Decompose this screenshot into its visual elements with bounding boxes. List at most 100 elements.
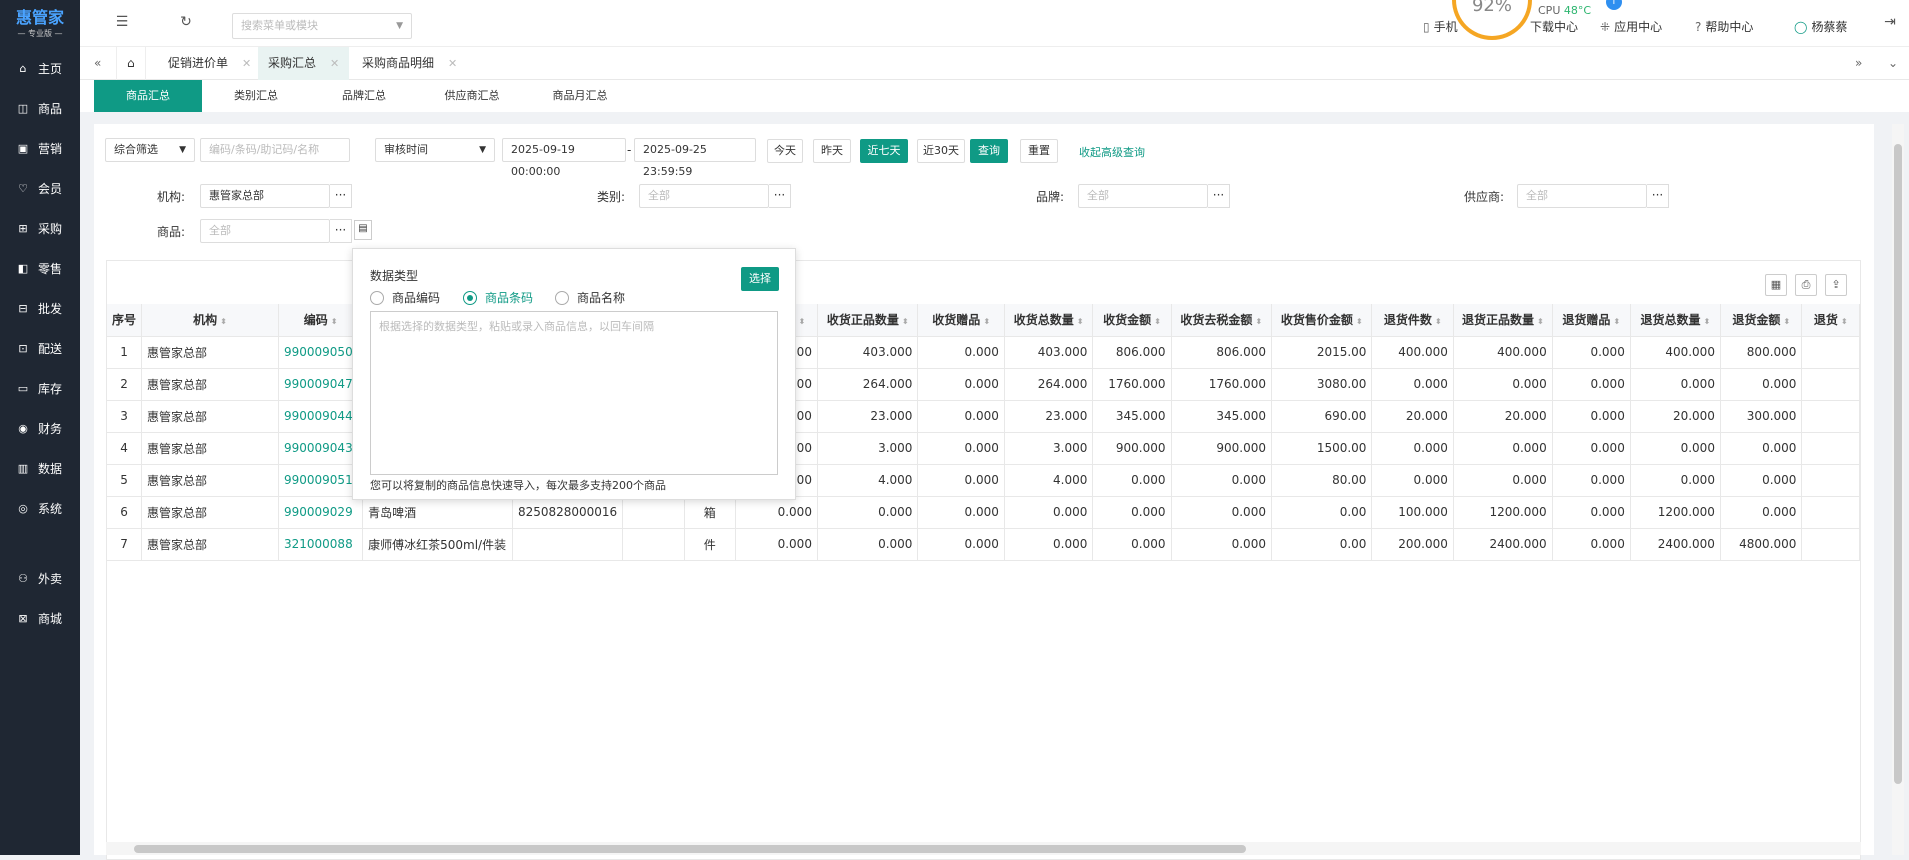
end-date-input[interactable]: 2025-09-25 23:59:59 <box>634 138 756 178</box>
column-header[interactable]: 编码 ⬍ <box>278 304 364 337</box>
close-icon[interactable]: ✕ <box>242 57 251 70</box>
today-button[interactable]: 今天 <box>767 139 803 163</box>
sidebar-item-7[interactable]: ⊡ 配送 <box>0 328 80 368</box>
topbar-apps[interactable]: ⁜ 应用中心 <box>1600 18 1662 35</box>
sidebar-item-5[interactable]: ◧ 零售 <box>0 248 80 288</box>
subtab-category-summary[interactable]: 类别汇总 <box>202 80 310 112</box>
supplier-input[interactable]: 全部 <box>1517 184 1647 208</box>
sidebar-item-9[interactable]: ◉ 财务 <box>0 408 80 448</box>
tab-promo[interactable]: 促销进价单 ✕ <box>158 47 261 80</box>
sort-icon[interactable]: ⬍ <box>1613 317 1620 326</box>
menu-toggle-icon[interactable]: ☰ <box>112 14 132 34</box>
refresh-icon[interactable]: ↻ <box>176 14 196 34</box>
sidebar-item-6[interactable]: ⊟ 批发 <box>0 288 80 328</box>
horizontal-scrollbar[interactable] <box>106 842 1861 855</box>
export-icon[interactable]: ⇪ <box>1825 274 1847 296</box>
tab-scroll-left-icon[interactable]: « <box>84 47 111 80</box>
sidebar-item-10[interactable]: ▥ 数据 <box>0 448 80 488</box>
column-header[interactable]: 收货去税金额 ⬍ <box>1171 304 1272 337</box>
subtab-monthly-summary[interactable]: 商品月汇总 <box>526 80 634 112</box>
column-header[interactable]: 退货金额 ⬍ <box>1720 304 1803 337</box>
table-cell[interactable]: 990009029 <box>278 496 364 529</box>
subtab-supplier-summary[interactable]: 供应商汇总 <box>418 80 526 112</box>
category-picker-button[interactable]: ··· <box>769 184 791 208</box>
sidebar-item-1[interactable]: ◫ 商品 <box>0 88 80 128</box>
popup-select-button[interactable]: 选择 <box>741 267 779 291</box>
last30days-button[interactable]: 近30天 <box>917 139 965 163</box>
brand-picker-button[interactable]: ··· <box>1208 184 1230 208</box>
sort-icon[interactable]: ⬍ <box>1704 317 1711 326</box>
tab-purchase-detail[interactable]: 采购商品明细 ✕ <box>352 47 467 80</box>
query-button[interactable]: 查询 <box>970 139 1008 163</box>
column-header[interactable]: 收货赠品 ⬍ <box>917 304 1005 337</box>
subtab-product-summary[interactable]: 商品汇总 <box>94 80 202 112</box>
topbar-download[interactable]: 下载中心 <box>1530 18 1578 35</box>
subtab-brand-summary[interactable]: 品牌汇总 <box>310 80 418 112</box>
sort-icon[interactable]: ⬍ <box>1255 317 1262 326</box>
tab-scroll-right-icon[interactable]: » <box>1845 47 1872 80</box>
sidebar-item-12[interactable]: ⚇ 外卖 <box>0 558 80 598</box>
org-picker-button[interactable]: ··· <box>330 184 352 208</box>
sort-icon[interactable]: ⬍ <box>1077 317 1084 326</box>
topbar-help[interactable]: ? 帮助中心 <box>1695 18 1753 35</box>
print-icon[interactable]: ⎙ <box>1795 274 1817 296</box>
sidebar-item-2[interactable]: ▣ 营销 <box>0 128 80 168</box>
batch-import-icon[interactable]: ▤ <box>354 220 372 240</box>
vertical-scroll-thumb[interactable] <box>1894 144 1902 784</box>
tab-menu-chevron-icon[interactable]: ⌄ <box>1878 47 1908 80</box>
column-header[interactable]: 序号 <box>107 304 143 337</box>
menu-search-input[interactable]: 搜索菜单或模块 ▼ <box>232 13 412 39</box>
column-header[interactable]: 退货总数量 ⬍ <box>1630 304 1721 337</box>
topbar-mobile[interactable]: ▯ 手机 <box>1423 18 1458 35</box>
close-icon[interactable]: ✕ <box>448 57 457 70</box>
yesterday-button[interactable]: 昨天 <box>813 139 851 163</box>
close-icon[interactable]: ✕ <box>330 57 339 70</box>
sidebar-item-3[interactable]: ♡ 会员 <box>0 168 80 208</box>
column-header[interactable]: 收货售价金额 ⬍ <box>1271 304 1373 337</box>
sort-icon[interactable]: ⬍ <box>1841 317 1848 326</box>
home-tab-icon[interactable]: ⌂ <box>116 47 146 80</box>
sort-icon[interactable]: ⬍ <box>1154 317 1161 326</box>
table-cell[interactable]: 990009050 <box>278 336 364 369</box>
column-header[interactable]: 收货金额 ⬍ <box>1092 304 1172 337</box>
tab-purchase-summary[interactable]: 采购汇总 ✕ <box>258 47 350 80</box>
toggle-advanced-link[interactable]: 收起高级查询 <box>1079 144 1145 160</box>
table-cell[interactable]: 990009043 <box>278 432 364 465</box>
sort-icon[interactable]: ⬍ <box>220 317 227 326</box>
sort-icon[interactable]: ⬍ <box>331 317 338 326</box>
last7days-button[interactable]: 近七天 <box>860 139 908 163</box>
sidebar-item-11[interactable]: ◎ 系统 <box>0 488 80 528</box>
vertical-scrollbar[interactable] <box>1892 124 1904 855</box>
keyword-input[interactable]: 编码/条码/助记码/名称 <box>200 138 350 162</box>
radio-barcode[interactable]: 商品条码 <box>463 289 533 306</box>
brand-input[interactable]: 全部 <box>1078 184 1208 208</box>
radio-product-code[interactable]: 商品编码 <box>370 289 440 306</box>
sort-icon[interactable]: ⬍ <box>798 317 805 326</box>
sort-icon[interactable]: ⬍ <box>1537 317 1544 326</box>
table-row[interactable]: 6 惠管家总部 990009029 青岛啤酒 8250828000016 箱 0.000 0.… <box>107 496 1860 529</box>
column-header[interactable]: 收货总数量 ⬍ <box>1004 304 1094 337</box>
sidebar-item-0[interactable]: ⌂ 主页 <box>0 48 80 88</box>
sidebar-item-8[interactable]: ▭ 库存 <box>0 368 80 408</box>
product-paste-textarea[interactable]: 根据选择的数据类型，粘贴或录入商品信息，以回车间隔 <box>370 311 778 475</box>
upload-icon[interactable]: ↑ <box>1606 0 1622 10</box>
column-header[interactable]: 退货 ⬍ <box>1801 304 1860 337</box>
column-header[interactable]: 退货件数 ⬍ <box>1371 304 1454 337</box>
column-header[interactable]: 退货赠品 ⬍ <box>1552 304 1631 337</box>
product-input[interactable]: 全部 <box>200 219 330 243</box>
supplier-picker-button[interactable]: ··· <box>1647 184 1669 208</box>
table-cell[interactable]: 990009047 <box>278 368 364 401</box>
table-cell[interactable]: 990009051 <box>278 464 364 497</box>
column-header[interactable]: 退货正品数量 ⬍ <box>1453 304 1553 337</box>
table-cell[interactable]: 321000088 <box>278 528 364 561</box>
start-date-input[interactable]: 2025-09-19 00:00:00 <box>502 138 626 178</box>
table-row[interactable]: 7 惠管家总部 321000088 康师傅冰红茶500ml/件装件 0.000 0.000… <box>107 528 1860 561</box>
sort-icon[interactable]: ⬍ <box>902 317 909 326</box>
sidebar-item-4[interactable]: ⊞ 采购 <box>0 208 80 248</box>
logout-icon[interactable]: ⇥ <box>1880 14 1900 34</box>
table-cell[interactable]: 990009044 <box>278 400 364 433</box>
sidebar-item-13[interactable]: ⊠ 商城 <box>0 598 80 638</box>
column-header[interactable]: 机构 ⬍ <box>141 304 279 337</box>
column-header[interactable]: 收货正品数量 ⬍ <box>817 304 919 337</box>
topbar-user[interactable]: ◯ 杨蔡蔡 <box>1794 18 1847 35</box>
